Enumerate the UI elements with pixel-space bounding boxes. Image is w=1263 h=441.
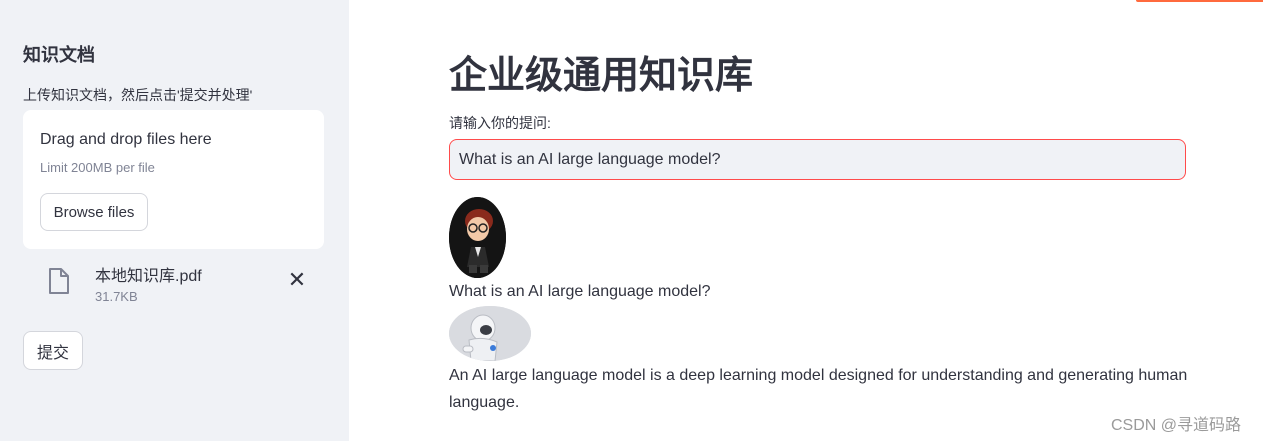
page-title: 企业级通用知识库	[449, 55, 754, 97]
user-message: What is an AI large language model?	[449, 283, 711, 300]
user-avatar	[449, 197, 506, 278]
file-name: 本地知识库.pdf	[95, 268, 202, 285]
uploaded-file: 本地知识库.pdf 31.7KB ✕	[44, 260, 314, 310]
sidebar-description: 上传知识文档，然后点击'提交并处理'	[23, 87, 253, 103]
bot-message: An AI large language model is a deep lea…	[449, 367, 1188, 411]
dropzone-instructions: Drag and drop files here	[40, 131, 212, 148]
sidebar: 知识文档 上传知识文档，然后点击'提交并处理' Drag and drop fi…	[0, 0, 349, 441]
dropzone-limit: Limit 200MB per file	[40, 160, 155, 175]
file-dropzone[interactable]: Drag and drop files here Limit 200MB per…	[23, 110, 324, 249]
browse-files-button[interactable]: Browse files	[40, 193, 148, 231]
close-icon[interactable]: ✕	[286, 269, 308, 291]
question-label: 请输入你的提问:	[449, 115, 551, 131]
toolbar-accent	[1136, 0, 1263, 2]
file-size: 31.7KB	[95, 289, 138, 304]
watermark: CSDN @寻道码路	[1111, 417, 1242, 434]
bot-avatar	[449, 306, 531, 361]
question-input[interactable]	[449, 139, 1186, 180]
file-icon	[48, 268, 70, 294]
sidebar-title: 知识文档	[23, 45, 95, 65]
submit-button[interactable]: 提交	[23, 331, 83, 370]
